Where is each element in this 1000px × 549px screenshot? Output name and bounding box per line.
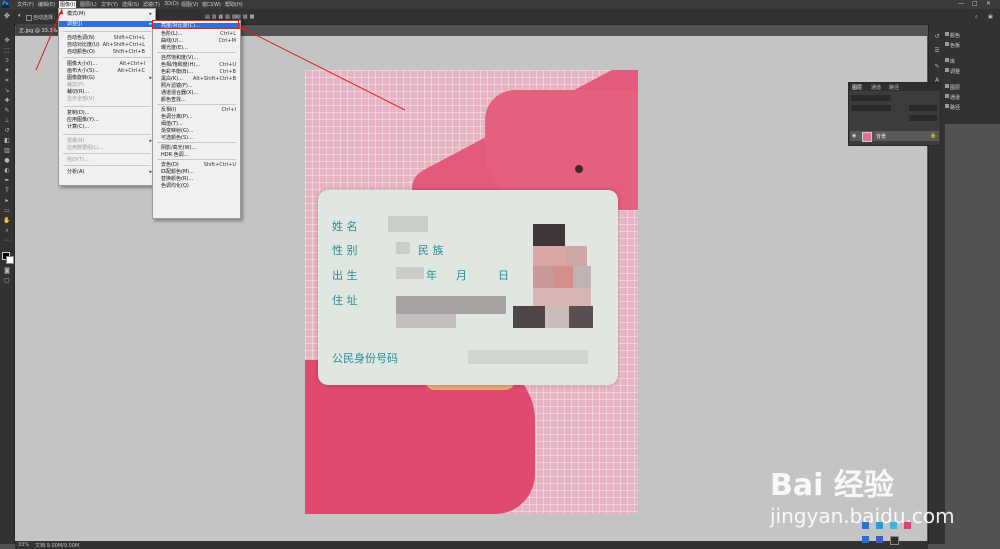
tray-icon-2[interactable] <box>876 522 883 529</box>
tray-icon-4[interactable] <box>904 522 911 529</box>
arrow-to-brightness <box>239 26 406 111</box>
tray-icon-3[interactable] <box>890 522 897 529</box>
watermark-brand: Bai 经验 <box>770 468 894 503</box>
tray-icon-5[interactable] <box>862 536 869 543</box>
tray-icon-7[interactable] <box>890 536 899 545</box>
arrow-head-1 <box>58 9 63 15</box>
tray-icon-6[interactable] <box>876 536 883 543</box>
arrow-head-2 <box>240 27 246 31</box>
tray-icons <box>856 518 926 548</box>
tray-icon-1[interactable] <box>862 522 869 529</box>
arrow-to-image-menu <box>35 8 63 71</box>
